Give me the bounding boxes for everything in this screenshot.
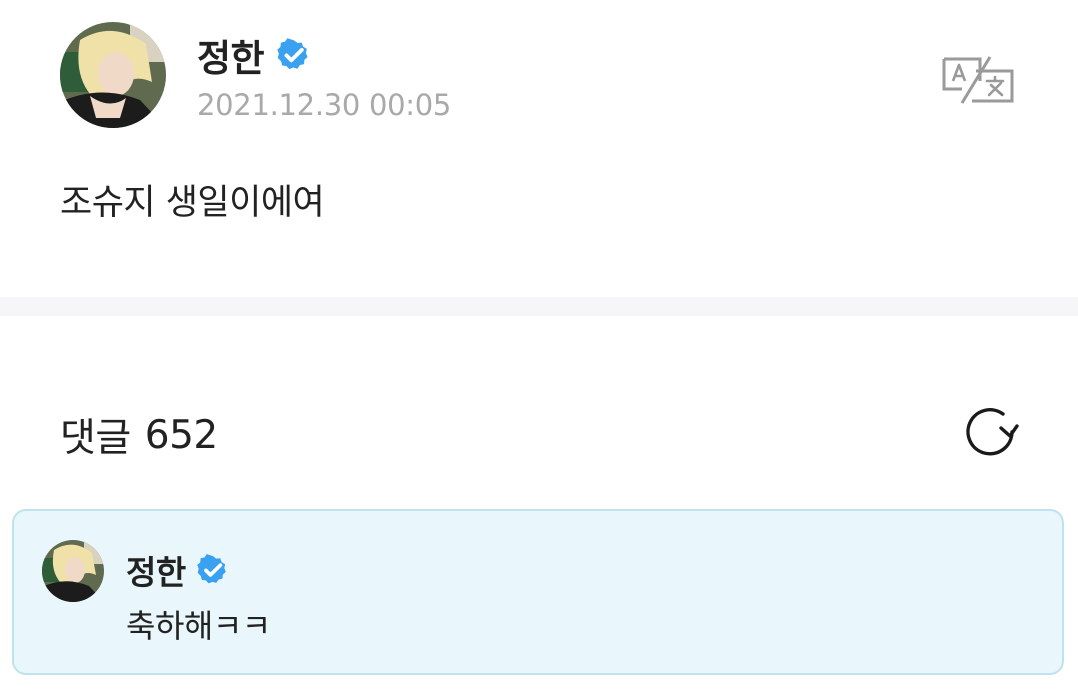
comments-header: 댓글 652 xyxy=(60,407,218,463)
highlighted-comment-card[interactable]: 정한 축하해ㅋㅋ xyxy=(12,509,1064,675)
refresh-icon[interactable] xyxy=(960,404,1024,460)
section-divider xyxy=(0,297,1078,316)
comments-label: 댓글 xyxy=(60,416,131,461)
profile-photo-icon xyxy=(60,22,166,128)
comment-author-avatar[interactable] xyxy=(42,540,104,602)
post-body-text: 조슈지 생일이에여 xyxy=(60,183,325,223)
comments-count: 652 xyxy=(144,412,218,458)
verified-check-icon xyxy=(196,553,230,587)
post-author-name[interactable]: 정한 xyxy=(197,28,265,82)
post-author-avatar[interactable] xyxy=(60,22,166,128)
comment-author-row: 정한 xyxy=(126,548,230,592)
translate-icon[interactable] xyxy=(940,55,1016,105)
post-detail-page: 정한 2021.12.30 00:05 조슈지 생일이에여 댓글 652 정한 … xyxy=(0,0,1078,690)
post-date: 2021.12.30 00:05 xyxy=(197,88,452,122)
post-author-row: 정한 xyxy=(197,32,312,80)
verified-check-icon xyxy=(276,37,312,73)
profile-photo-icon xyxy=(42,540,104,602)
comment-author-name[interactable]: 정한 xyxy=(126,546,186,594)
comment-text: 축하해ㅋㅋ xyxy=(126,607,271,645)
